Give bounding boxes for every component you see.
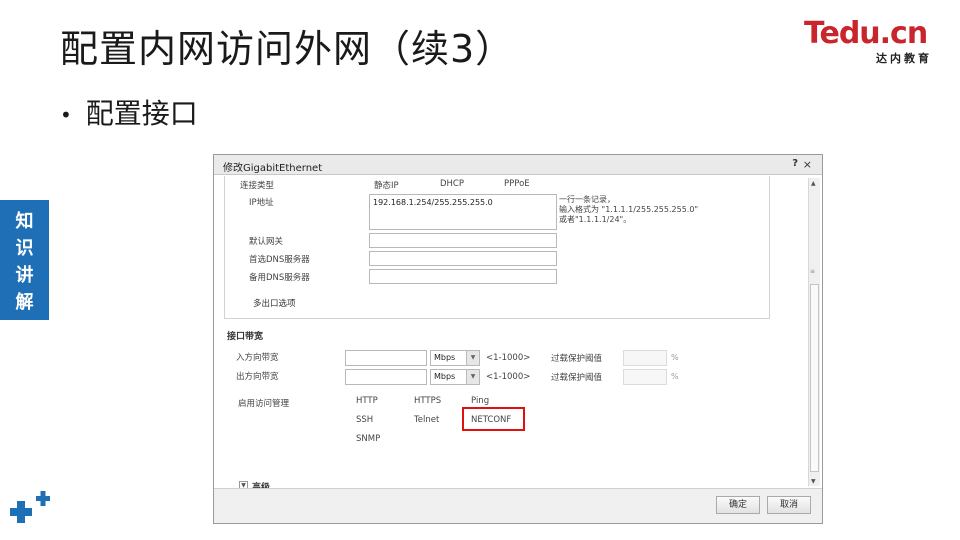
chevron-down-icon: ▼	[466, 370, 479, 384]
ip-hint: 一行一条记录， 输入格式为 "1.1.1.1/255.255.255.0" 或者…	[559, 195, 698, 225]
advanced-toggle-icon[interactable]: ▼	[239, 481, 248, 488]
scroll-grip-icon: ≡	[810, 268, 816, 275]
out-pct-unit: %	[671, 372, 679, 381]
access-https[interactable]: HTTPS	[414, 396, 441, 406]
in-unit-value: Mbps	[434, 353, 456, 362]
gateway-input[interactable]	[369, 233, 557, 248]
in-bandwidth-label: 入方向带宽	[236, 353, 279, 363]
out-unit-select[interactable]: Mbps ▼	[430, 369, 480, 385]
dialog-body: 连接类型 静态IP DHCP PPPoE IP地址 192.168.1.254/…	[214, 176, 809, 488]
access-mgmt-label: 启用访问管理	[238, 399, 290, 409]
netconf-highlight-box	[462, 407, 525, 431]
conn-type-label: 连接类型	[240, 181, 275, 191]
out-bandwidth-input[interactable]	[345, 369, 427, 385]
access-snmp[interactable]: SNMP	[356, 434, 380, 444]
ip-address-textarea[interactable]: 192.168.1.254/255.255.255.0	[369, 194, 557, 230]
out-protect-label: 过载保护阈值	[551, 373, 603, 383]
ip-hint-line: 或者"1.1.1.1/24"。	[559, 215, 632, 224]
chevron-down-icon: ▼	[466, 351, 479, 365]
dns1-input[interactable]	[369, 251, 557, 266]
bullet-item: • 配置接口	[60, 92, 198, 132]
side-tab-char: 解	[15, 292, 34, 313]
access-http[interactable]: HTTP	[356, 396, 378, 406]
slide-title: 配置内网访问外网（续3）	[60, 27, 515, 71]
side-tab-char: 讲	[15, 265, 34, 286]
access-ping[interactable]: Ping	[471, 396, 489, 406]
dns2-input[interactable]	[369, 269, 557, 284]
access-telnet[interactable]: Telnet	[414, 415, 439, 425]
tedu-logo: Tedu.cn 达内教育	[804, 18, 936, 68]
multi-exit-link[interactable]: 多出口选项	[253, 297, 296, 309]
bullet-dot-icon: •	[60, 103, 72, 127]
ip-hint-line: 输入格式为 "1.1.1.1/255.255.255.0"	[559, 205, 699, 214]
in-protect-input[interactable]	[623, 350, 667, 366]
side-tab: 知 识 讲 解	[0, 200, 49, 320]
scroll-up-icon[interactable]: ▲	[811, 180, 816, 187]
out-protect-input[interactable]	[623, 369, 667, 385]
conn-type-pppoe[interactable]: PPPoE	[504, 179, 530, 189]
ip-hint-line: 一行一条记录，	[559, 195, 615, 204]
edit-interface-dialog: 修改GigabitEthernet ? × 连接类型 静态IP DHCP PPP…	[213, 154, 823, 524]
logo-sub-text: 达内教育	[876, 52, 932, 65]
in-range-text: <1-1000>	[486, 353, 531, 363]
advanced-label[interactable]: 高级	[252, 480, 270, 488]
dns2-label: 备用DNS服务器	[249, 273, 310, 283]
out-bandwidth-label: 出方向带宽	[236, 372, 279, 382]
access-ssh[interactable]: SSH	[356, 415, 373, 425]
interface-settings-box: 连接类型 静态IP DHCP PPPoE IP地址 192.168.1.254/…	[224, 176, 770, 319]
in-bandwidth-input[interactable]	[345, 350, 427, 366]
cancel-button[interactable]: 取消	[767, 496, 811, 514]
logo-main-text: Tedu.cn	[804, 16, 928, 51]
side-tab-char: 知	[15, 211, 34, 232]
in-pct-unit: %	[671, 353, 679, 362]
vertical-scrollbar[interactable]: ▲ ≡ ▼	[808, 178, 820, 486]
scrollbar-thumb[interactable]	[810, 284, 819, 472]
gateway-label: 默认网关	[249, 237, 284, 247]
bandwidth-section-title: 接口带宽	[227, 332, 264, 342]
in-unit-select[interactable]: Mbps ▼	[430, 350, 480, 366]
ip-label: IP地址	[249, 198, 274, 208]
help-icon[interactable]: ?	[792, 158, 798, 169]
dialog-header: 修改GigabitEthernet ? ×	[214, 155, 822, 175]
out-range-text: <1-1000>	[486, 372, 531, 382]
dns1-label: 首选DNS服务器	[249, 255, 310, 265]
conn-type-static[interactable]: 静态IP	[374, 179, 399, 191]
conn-type-dhcp[interactable]: DHCP	[440, 179, 464, 189]
ok-button[interactable]: 确定	[716, 496, 760, 514]
out-unit-value: Mbps	[434, 372, 456, 381]
scroll-down-icon[interactable]: ▼	[811, 478, 816, 485]
bullet-text: 配置接口	[85, 97, 198, 130]
plus-decoration-icon	[10, 491, 50, 523]
side-tab-char: 识	[15, 238, 34, 259]
in-protect-label: 过载保护阈值	[551, 354, 603, 364]
dialog-title: 修改GigabitEthernet	[223, 163, 323, 174]
close-icon[interactable]: ×	[803, 158, 812, 171]
dialog-footer: 确定 取消	[214, 488, 822, 523]
